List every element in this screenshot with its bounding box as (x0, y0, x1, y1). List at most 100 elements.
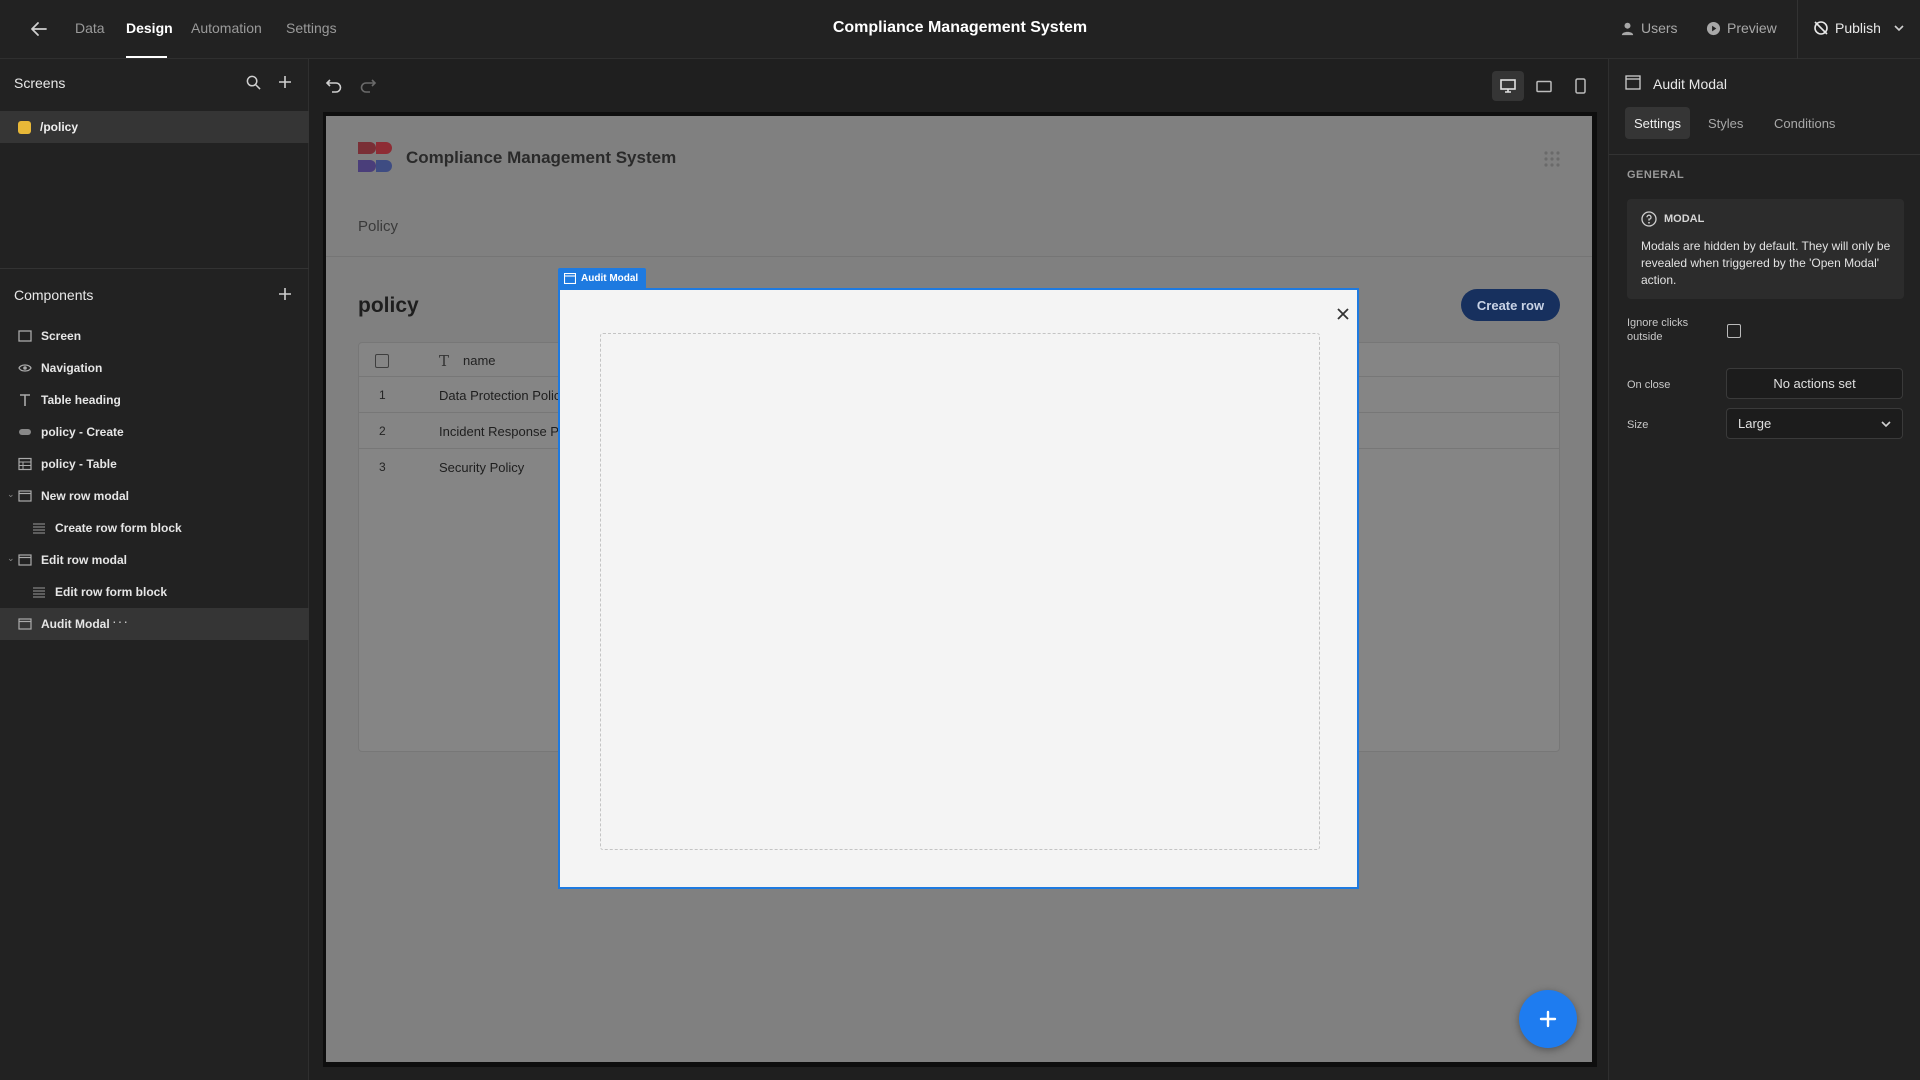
preview-button[interactable]: Preview (1706, 20, 1777, 36)
select-all-checkbox[interactable] (375, 354, 389, 368)
redo-icon[interactable] (358, 75, 378, 95)
chevron-down-icon (1881, 421, 1891, 428)
app-logo-icon (358, 142, 392, 172)
row-number: 2 (379, 424, 386, 438)
help-circle-icon (1641, 211, 1657, 227)
grid-menu-icon[interactable] (1543, 150, 1561, 168)
desktop-view-button[interactable] (1492, 71, 1524, 101)
app-brand: Compliance Management System (406, 148, 677, 167)
add-component-fab[interactable] (1519, 990, 1577, 1048)
create-row-button[interactable]: Create row (1461, 289, 1560, 321)
screen-item-policy[interactable]: /policy (0, 111, 309, 143)
size-select[interactable]: Large (1726, 408, 1903, 439)
column-header[interactable]: name (463, 353, 496, 368)
component-item-edit-row-form-block[interactable]: Edit row form block (0, 576, 309, 608)
text-type-icon: T (439, 352, 450, 370)
modal-icon (18, 490, 32, 502)
component-item-screen[interactable]: Screen (0, 320, 309, 352)
on-close-actions-button[interactable]: No actions set (1726, 368, 1903, 399)
component-label: Edit row modal (41, 553, 128, 567)
row-number: 1 (379, 388, 386, 402)
modal-drop-zone[interactable] (600, 333, 1320, 850)
row-name: Data Protection Polic (439, 388, 561, 403)
modal-icon (18, 554, 32, 566)
section-heading: GENERAL (1627, 169, 1685, 181)
audit-modal[interactable] (558, 288, 1359, 889)
component-item-policy-create[interactable]: policy - Create (0, 416, 309, 448)
add-component-icon[interactable] (278, 287, 292, 301)
row-name: Security Policy (439, 460, 525, 475)
top-divider (1797, 0, 1798, 59)
canvas-toolbar (310, 59, 1608, 111)
form-icon (33, 587, 45, 598)
row-name: Incident Response P (439, 424, 559, 439)
component-label: Edit row form block (55, 585, 168, 599)
panel-divider (0, 268, 309, 269)
search-icon[interactable] (246, 75, 261, 90)
tab-settings[interactable]: Settings (286, 20, 337, 36)
more-options-icon[interactable]: ··· (112, 613, 129, 629)
tab-design[interactable]: Design (126, 20, 173, 36)
screens-title: Screens (14, 75, 66, 91)
on-close-label: On close (1627, 379, 1671, 391)
mobile-view-button[interactable] (1564, 71, 1596, 101)
modal-tag-label: Audit Modal (581, 272, 639, 284)
add-screen-icon[interactable] (278, 75, 292, 89)
component-label: Screen (41, 329, 82, 343)
component-item-audit-modal[interactable]: Audit Modal ··· (0, 608, 309, 640)
size-value: Large (1738, 416, 1772, 431)
nav-link-policy[interactable]: Policy (358, 218, 398, 235)
user-icon (1621, 22, 1634, 35)
screen-color-dot (18, 121, 31, 134)
chevron-down-icon[interactable]: ⌄ (7, 489, 15, 500)
publish-button[interactable]: Publish (1813, 20, 1905, 36)
screen-icon (18, 330, 32, 342)
app-title: Compliance Management System (832, 19, 1088, 36)
size-label: Size (1627, 419, 1649, 431)
component-label: New row modal (41, 489, 130, 503)
component-item-edit-row-modal[interactable]: ⌄ Edit row modal (0, 544, 309, 576)
button-icon (19, 429, 31, 435)
chevron-down-icon[interactable]: ⌄ (7, 553, 15, 564)
tablet-icon (1536, 80, 1552, 92)
info-heading-label: MODAL (1664, 213, 1705, 225)
component-title: Audit Modal (1653, 76, 1727, 92)
tab-data[interactable]: Data (75, 20, 105, 36)
tab-settings[interactable]: Settings (1625, 107, 1690, 139)
component-item-policy-table[interactable]: policy - Table (0, 448, 309, 480)
panel-divider (1609, 154, 1920, 155)
back-arrow-icon[interactable] (26, 16, 52, 42)
component-item-new-row-modal[interactable]: ⌄ New row modal (0, 480, 309, 512)
component-label: Create row form block (55, 521, 182, 535)
users-button[interactable]: Users (1620, 20, 1678, 36)
tab-conditions[interactable]: Conditions (1765, 107, 1844, 139)
top-bar: Data Design Automation Settings Complian… (0, 0, 1920, 59)
modal-icon (564, 272, 576, 284)
undo-icon[interactable] (324, 75, 344, 95)
table-icon (18, 457, 32, 471)
info-heading: MODAL (1641, 211, 1704, 227)
ignore-clicks-label: Ignore clicks outside (1627, 317, 1689, 343)
app-header: Compliance Management System Policy (326, 116, 1592, 257)
tab-styles[interactable]: Styles (1699, 107, 1752, 139)
tab-automation[interactable]: Automation (191, 20, 262, 36)
chevron-down-icon[interactable] (1893, 22, 1905, 34)
tablet-view-button[interactable] (1528, 71, 1560, 101)
text-icon (20, 394, 30, 406)
close-icon[interactable] (1331, 302, 1355, 326)
modal-icon (18, 618, 32, 630)
modal-selection-tag[interactable]: Audit Modal (558, 268, 647, 288)
component-item-navigation[interactable]: Navigation (0, 352, 309, 384)
desktop-icon (1500, 79, 1516, 93)
page-heading: policy (358, 294, 419, 317)
ignore-clicks-checkbox[interactable] (1727, 324, 1741, 338)
component-item-create-row-form-block[interactable]: Create row form block (0, 512, 309, 544)
component-item-table-heading[interactable]: Table heading (0, 384, 309, 416)
component-label: Table heading (41, 393, 121, 407)
component-label: Audit Modal (41, 617, 110, 631)
component-label: policy - Table (41, 457, 117, 471)
mobile-icon (1574, 78, 1586, 94)
users-label: Users (1641, 20, 1678, 36)
publish-off-icon (1814, 21, 1828, 35)
preview-label: Preview (1727, 20, 1777, 36)
